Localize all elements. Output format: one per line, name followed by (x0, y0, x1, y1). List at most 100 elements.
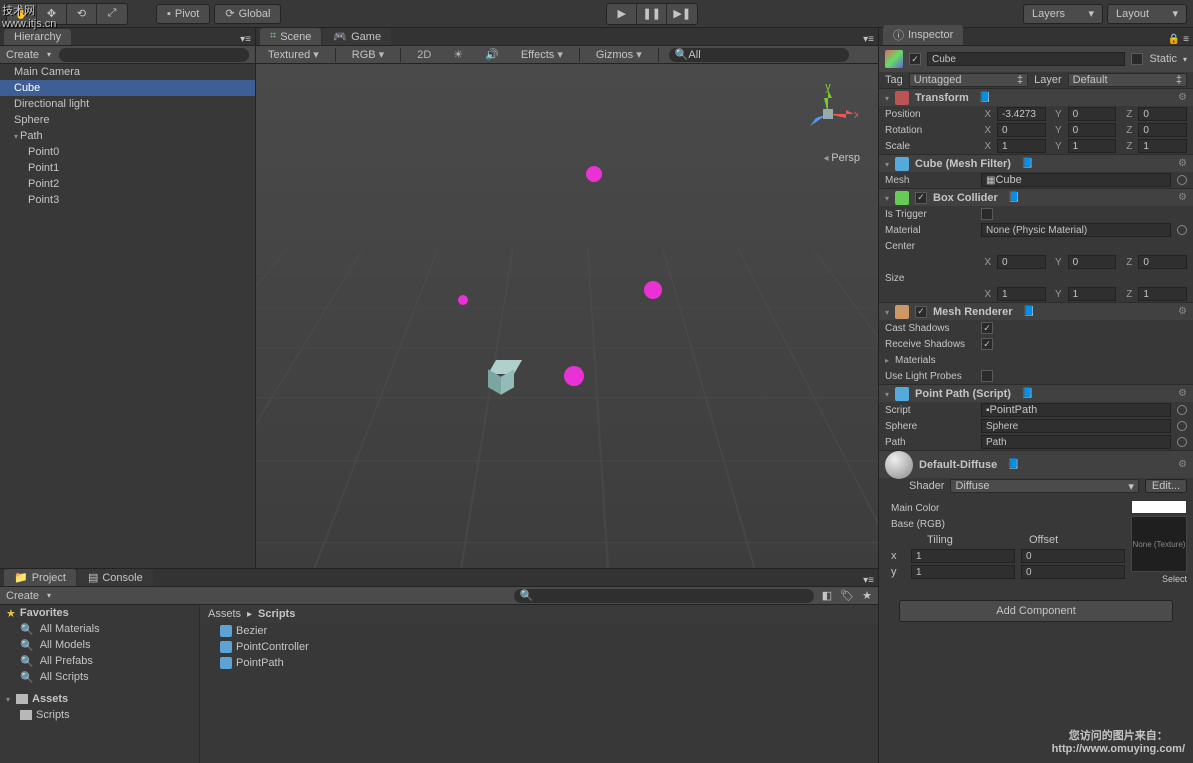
script-asset[interactable]: PointPath (200, 655, 878, 671)
project-search[interactable]: 🔍 (514, 589, 814, 603)
scale-tool[interactable]: ⤢ (97, 4, 127, 24)
hierarchy-create[interactable]: Create (6, 49, 39, 61)
light-probes[interactable] (981, 370, 993, 382)
favorites-header[interactable]: ★Favorites (0, 605, 199, 621)
rot-x[interactable]: 0 (997, 123, 1046, 137)
scl-y[interactable]: 1 (1068, 139, 1117, 153)
orientation-gizmo[interactable]: y x (798, 84, 858, 144)
effects-dropdown[interactable]: Effects ▾ (515, 47, 569, 62)
panel-menu-icon[interactable]: ▾≡ (863, 34, 874, 45)
tab-inspector[interactable]: ⓘInspector (883, 25, 963, 45)
hierarchy-item[interactable]: Point3 (0, 192, 255, 208)
move-tool[interactable]: ✥ (37, 4, 67, 24)
boxcollider-header[interactable]: Box Collider 📘⚙ (879, 188, 1193, 206)
texture-slot[interactable]: None (Texture) (1131, 516, 1187, 572)
breadcrumb-root[interactable]: Assets (208, 608, 241, 620)
tab-hierarchy[interactable]: Hierarchy (4, 29, 71, 45)
scl-x[interactable]: 1 (997, 139, 1046, 153)
gizmos-dropdown[interactable]: Gizmos ▾ (590, 47, 648, 62)
hierarchy-item[interactable]: Directional light (0, 96, 255, 112)
object-picker-icon[interactable] (1177, 175, 1187, 185)
receive-shadows[interactable] (981, 338, 993, 350)
center-z[interactable]: 0 (1138, 255, 1187, 269)
tab-game[interactable]: 🎮Game (323, 28, 391, 45)
hierarchy-item[interactable]: Sphere (0, 112, 255, 128)
gear-icon[interactable]: ⚙ (1178, 192, 1187, 203)
center-y[interactable]: 0 (1068, 255, 1117, 269)
object-picker-icon[interactable] (1177, 421, 1187, 431)
script-field[interactable]: ▪ PointPath (981, 403, 1171, 417)
offset-y[interactable]: 0 (1021, 565, 1125, 579)
color-swatch[interactable] (1131, 500, 1187, 514)
offset-x[interactable]: 0 (1021, 549, 1125, 563)
collider-enabled[interactable] (915, 192, 927, 204)
project-create[interactable]: Create (6, 590, 39, 602)
rot-y[interactable]: 0 (1068, 123, 1117, 137)
lock-icon[interactable]: 🔒 ≡ (1168, 34, 1189, 45)
search-scope-icon[interactable]: ◧ (822, 589, 832, 602)
size-y[interactable]: 1 (1068, 287, 1117, 301)
physmat-field[interactable]: None (Physic Material) (981, 223, 1171, 237)
object-picker-icon[interactable] (1177, 437, 1187, 447)
save-search-icon[interactable]: ★ (862, 589, 872, 602)
rotate-tool[interactable]: ⟲ (67, 4, 97, 24)
hierarchy-item[interactable]: Point1 (0, 160, 255, 176)
help-icon[interactable]: 📘 (1008, 192, 1020, 203)
meshfilter-header[interactable]: Cube (Mesh Filter) 📘⚙ (879, 154, 1193, 172)
breadcrumb-current[interactable]: Scripts (258, 608, 295, 620)
tiling-x[interactable]: 1 (911, 549, 1015, 563)
edit-button[interactable]: Edit... (1145, 479, 1187, 493)
transform-header[interactable]: Transform 📘⚙ (879, 88, 1193, 106)
help-icon[interactable]: 📘 (1023, 306, 1035, 317)
gear-icon[interactable]: ⚙ (1178, 158, 1187, 169)
hierarchy-item[interactable]: Main Camera (0, 64, 255, 80)
assets-folder[interactable]: Assets (0, 691, 199, 707)
layers-dropdown[interactable]: Layers▾ (1023, 4, 1103, 24)
hierarchy-item-path[interactable]: Path (0, 128, 255, 144)
tab-project[interactable]: 📁Project (4, 569, 76, 586)
pos-y[interactable]: 0 (1068, 107, 1117, 121)
help-icon[interactable]: 📘 (1021, 158, 1033, 169)
renderer-enabled[interactable] (915, 306, 927, 318)
2d-toggle[interactable]: 2D (411, 48, 437, 62)
projection-label[interactable]: ◂ Persp (823, 152, 860, 164)
panel-menu-icon[interactable]: ▾≡ (863, 575, 874, 586)
hierarchy-item[interactable]: Point0 (0, 144, 255, 160)
panel-menu-icon[interactable]: ▾≡ (240, 34, 251, 45)
cast-shadows[interactable] (981, 322, 993, 334)
istrigger-checkbox[interactable] (981, 208, 993, 220)
scripts-folder[interactable]: Scripts (0, 707, 199, 723)
gear-icon[interactable]: ⚙ (1178, 306, 1187, 317)
layer-dropdown[interactable]: Default‡ (1068, 73, 1187, 87)
shader-dropdown[interactable]: Diffuse▾ (950, 479, 1138, 493)
tiling-y[interactable]: 1 (911, 565, 1015, 579)
favorite-item[interactable]: 🔍All Prefabs (0, 653, 199, 669)
light-icon[interactable]: ☀ (447, 47, 469, 62)
favorite-item[interactable]: 🔍All Scripts (0, 669, 199, 685)
hierarchy-item[interactable]: Point2 (0, 176, 255, 192)
gameobject-icon[interactable] (885, 50, 903, 68)
name-field[interactable]: Cube (927, 52, 1125, 66)
gear-icon[interactable]: ⚙ (1178, 92, 1187, 103)
help-icon[interactable]: 📘 (1007, 459, 1019, 470)
center-x[interactable]: 0 (997, 255, 1046, 269)
layout-dropdown[interactable]: Layout▾ (1107, 4, 1187, 24)
play-button[interactable]: ▶ (607, 4, 637, 24)
pos-z[interactable]: 0 (1138, 107, 1187, 121)
add-component-button[interactable]: Add Component (899, 600, 1173, 622)
mesh-field[interactable]: ▦ Cube (981, 173, 1171, 187)
hierarchy-search[interactable] (59, 48, 249, 62)
gear-icon[interactable]: ⚙ (1178, 459, 1187, 470)
scene-search[interactable]: 🔍All (669, 48, 849, 62)
script-asset[interactable]: Bezier (200, 623, 878, 639)
sphere-field[interactable]: Sphere (981, 419, 1171, 433)
render-mode[interactable]: RGB ▾ (346, 47, 390, 62)
static-checkbox[interactable] (1131, 53, 1143, 65)
pause-button[interactable]: ❚❚ (637, 4, 667, 24)
scl-z[interactable]: 1 (1138, 139, 1187, 153)
favorite-item[interactable]: 🔍All Models (0, 637, 199, 653)
step-button[interactable]: ▶❚ (667, 4, 697, 24)
select-texture[interactable]: Select (1162, 574, 1187, 584)
path-field[interactable]: Path (981, 435, 1171, 449)
gear-icon[interactable]: ⚙ (1178, 388, 1187, 399)
